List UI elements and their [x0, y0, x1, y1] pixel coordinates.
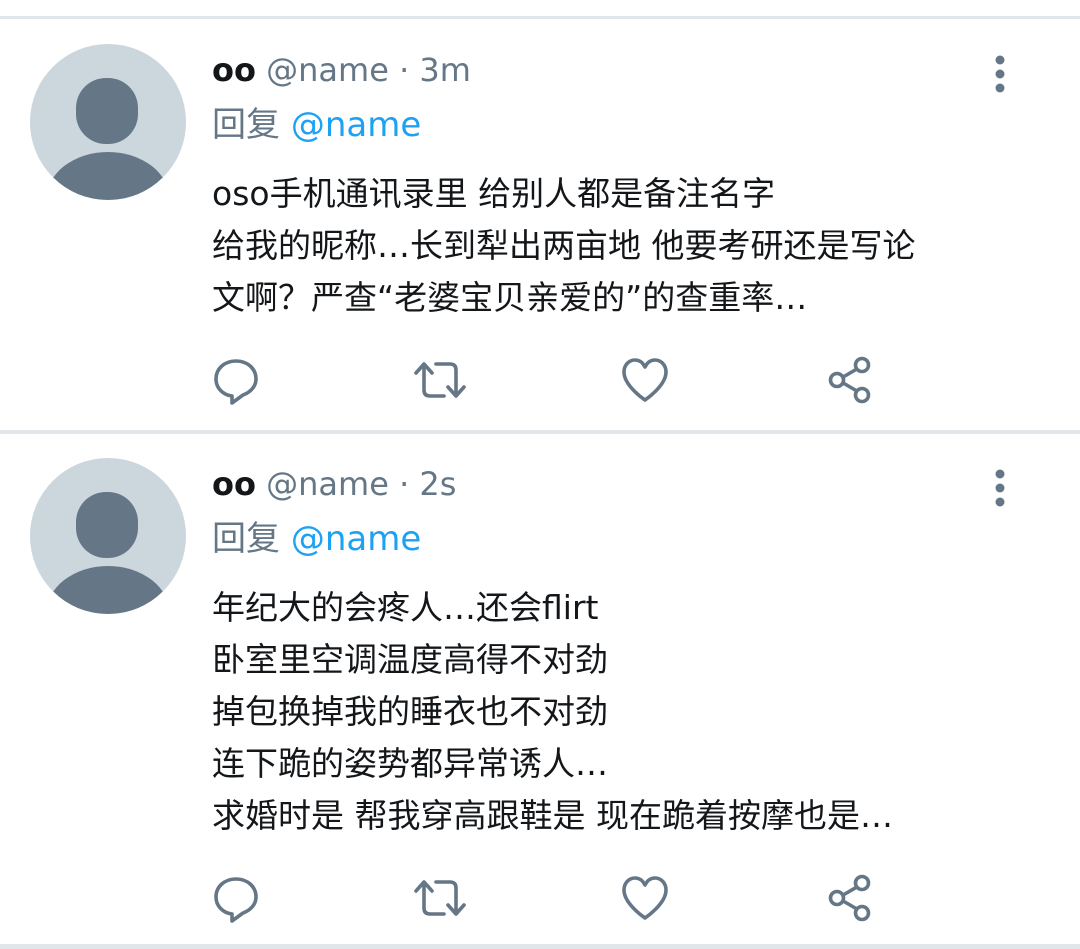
- tweet-text-line: 掉包换掉我的睡衣也不对劲: [212, 692, 608, 731]
- timestamp[interactable]: 3m: [419, 51, 471, 89]
- tweet-text-line: 求婚时是 帮我穿高跟鞋是 现在跪着按摩也是…: [212, 796, 893, 835]
- reply-button[interactable]: [208, 870, 264, 926]
- user-handle[interactable]: @name: [266, 465, 389, 503]
- tweet-text-line: 文啊？严查“老婆宝贝亲爱的”的查重率…: [212, 278, 808, 317]
- heart-icon: [622, 876, 668, 920]
- tweet[interactable]: oo @name · 3m 回复 @name oso手机通讯录里 给别人都是备注…: [0, 44, 1080, 414]
- separator: [0, 944, 1080, 949]
- default-avatar-icon: [46, 492, 170, 614]
- retweet-button[interactable]: [412, 352, 468, 408]
- more-vertical-icon: [995, 55, 1005, 93]
- reply-context: 回复 @name: [212, 102, 421, 148]
- heart-icon: [622, 358, 668, 402]
- retweet-button[interactable]: [412, 870, 468, 926]
- tweet-text-line: 卧室里空调温度高得不对劲: [212, 640, 608, 679]
- avatar[interactable]: [30, 44, 186, 200]
- reply-icon: [214, 877, 258, 923]
- reply-icon: [214, 359, 258, 405]
- tweet-text-line: 连下跪的姿势都异常诱人…: [212, 744, 608, 783]
- reply-to-handle[interactable]: @name: [291, 105, 421, 145]
- user-handle[interactable]: @name: [266, 51, 389, 89]
- tweet-actions: [0, 352, 1080, 412]
- separator: [0, 16, 1080, 19]
- tweet-feed: oo @name · 3m 回复 @name oso手机通讯录里 给别人都是备注…: [0, 0, 1080, 949]
- tweet-text-line: oso手机通讯录里 给别人都是备注名字: [212, 174, 776, 213]
- separator-dot: ·: [399, 465, 410, 503]
- reply-label: 回复: [212, 519, 280, 559]
- more-vertical-icon: [995, 469, 1005, 507]
- separator-dot: ·: [399, 51, 410, 89]
- reply-label: 回复: [212, 105, 280, 145]
- tweet[interactable]: oo @name · 2s 回复 @name 年纪大的会疼人…还会flirt 卧…: [0, 458, 1080, 938]
- display-name[interactable]: oo: [212, 51, 256, 89]
- avatar[interactable]: [30, 458, 186, 614]
- more-options-button[interactable]: [988, 468, 1012, 508]
- reply-context: 回复 @name: [212, 516, 421, 562]
- timestamp[interactable]: 2s: [419, 465, 456, 503]
- retweet-icon: [414, 362, 466, 398]
- share-icon: [828, 874, 871, 922]
- tweet-header: oo @name · 3m: [212, 48, 471, 92]
- tweet-actions: [0, 870, 1080, 930]
- more-options-button[interactable]: [988, 54, 1012, 94]
- retweet-icon: [414, 880, 466, 916]
- tweet-text-line: 给我的昵称…长到犁出两亩地 他要考研还是写论: [212, 226, 916, 265]
- like-button[interactable]: [617, 352, 673, 408]
- tweet-header: oo @name · 2s: [212, 462, 456, 506]
- display-name[interactable]: oo: [212, 465, 256, 503]
- reply-button[interactable]: [208, 352, 264, 408]
- reply-to-handle[interactable]: @name: [291, 519, 421, 559]
- tweet-text: oso手机通讯录里 给别人都是备注名字 给我的昵称…长到犁出两亩地 他要考研还是…: [212, 168, 1032, 324]
- tweet-text: 年纪大的会疼人…还会flirt 卧室里空调温度高得不对劲 掉包换掉我的睡衣也不对…: [212, 582, 1032, 842]
- tweet-text-line: 年纪大的会疼人…还会flirt: [212, 588, 599, 627]
- default-avatar-icon: [46, 78, 170, 200]
- share-icon: [828, 356, 871, 404]
- share-button[interactable]: [822, 352, 878, 408]
- separator: [0, 430, 1080, 434]
- share-button[interactable]: [822, 870, 878, 926]
- like-button[interactable]: [617, 870, 673, 926]
